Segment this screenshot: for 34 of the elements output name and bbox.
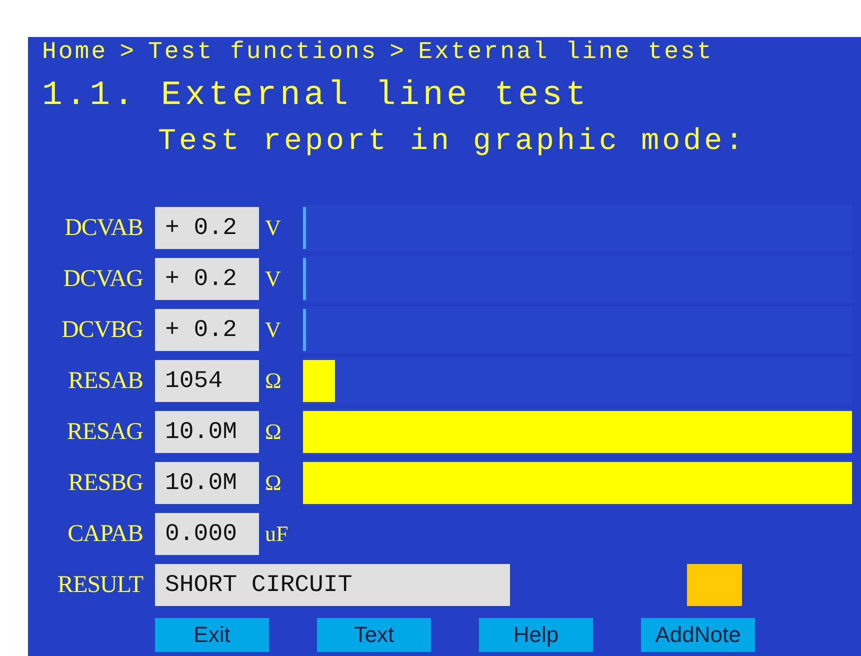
- report-subtitle: Test report in graphic mode:: [157, 124, 748, 159]
- action-button[interactable]: Text: [317, 618, 431, 652]
- breadcrumb-link[interactable]: External line test: [418, 38, 714, 66]
- breadcrumb-separator: >: [390, 38, 406, 66]
- measurement-label: RESAB: [67, 368, 143, 394]
- measurement-value: + 0.2: [155, 258, 259, 300]
- measurement-unit: V: [264, 215, 282, 241]
- action-button[interactable]: AddNote: [641, 618, 755, 652]
- result-value: SHORT CIRCUIT: [155, 564, 510, 606]
- measurement-value: 1054: [155, 360, 259, 402]
- measurement-value: 10.0M: [155, 411, 259, 453]
- breadcrumb-link[interactable]: Home: [42, 38, 108, 66]
- measurement-value: 0.000: [155, 513, 259, 555]
- result-label: RESULT: [56, 572, 143, 598]
- measurement-value: + 0.2: [155, 207, 259, 249]
- action-button[interactable]: Help: [479, 618, 593, 652]
- action-button[interactable]: Exit: [155, 618, 269, 652]
- measurement-label: CAPAB: [66, 520, 143, 548]
- measurement-label: DCVBG: [60, 316, 143, 344]
- measurement-value: + 0.2: [155, 309, 259, 351]
- measurement-label: RESAG: [66, 418, 143, 446]
- measurement-label: DCVAB: [64, 214, 143, 242]
- page-title: 1.1. External line test: [41, 76, 590, 115]
- measurement-unit: V: [264, 317, 282, 343]
- breadcrumb-link[interactable]: Test functions: [148, 38, 378, 66]
- measurement-label: DCVAG: [62, 266, 143, 292]
- measurement-value: 10.0M: [155, 462, 259, 504]
- breadcrumb-separator: >: [120, 38, 136, 66]
- measurement-unit: Ω: [264, 419, 282, 445]
- measurement-unit: uF: [264, 521, 290, 547]
- measurement-label: RESBG: [67, 470, 143, 496]
- measurement-unit: V: [264, 266, 282, 292]
- measurement-unit: Ω: [264, 470, 282, 496]
- measurement-unit: Ω: [264, 368, 282, 394]
